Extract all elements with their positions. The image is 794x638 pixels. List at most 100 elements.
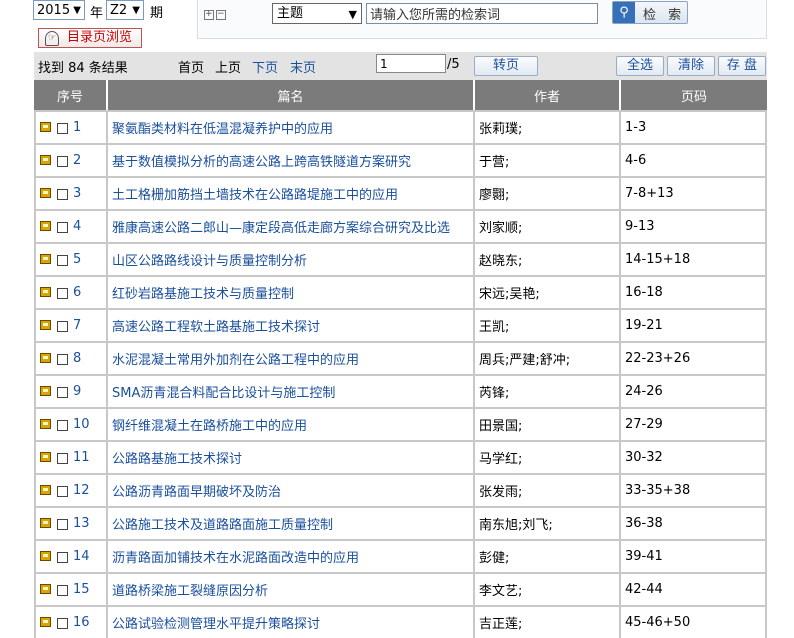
seq-cell: 12 (34, 473, 106, 506)
row-checkbox[interactable] (57, 519, 68, 530)
expand-collapse-icon[interactable]: + − (204, 8, 228, 20)
catalog-browse-button[interactable]: ☞ 目录页浏览 (38, 28, 142, 48)
row-checkbox[interactable] (57, 321, 68, 332)
results-grid: 序号 篇名 作者 页码 1 聚氨酯类材料在低温混凝养护中的应用 张莉璞; 1-3 2 基于… (34, 80, 767, 638)
document-icon[interactable] (40, 419, 51, 429)
row-checkbox[interactable] (57, 420, 68, 431)
document-icon[interactable] (40, 221, 51, 231)
article-title-link[interactable]: 公路试验检测管理水平提升策略探讨 (112, 617, 320, 632)
article-title-link[interactable]: 聚氨酯类材料在低温混凝养护中的应用 (112, 122, 333, 137)
pages-cell: 4-6 (619, 143, 767, 176)
last-page-link[interactable]: 末页 (290, 57, 316, 76)
document-icon[interactable] (40, 353, 51, 363)
save-button[interactable]: 存 盘 (718, 56, 766, 76)
row-checkbox[interactable] (57, 585, 68, 596)
row-number: 16 (73, 615, 90, 630)
pages-cell: 22-23+26 (619, 341, 767, 374)
document-icon[interactable] (40, 122, 51, 132)
article-title-link[interactable]: 雅康高速公路二郎山—康定段高低走廊方案综合研究及比选 (112, 221, 450, 236)
article-title-link[interactable]: 水泥混凝土常用外加剂在公路工程中的应用 (112, 353, 359, 368)
row-checkbox[interactable] (57, 552, 68, 563)
document-icon[interactable] (40, 320, 51, 330)
table-row: 13 公路施工技术及道路路面施工质量控制 南东旭;刘飞; 36-38 (34, 506, 767, 539)
author-cell: 廖翾; (473, 176, 619, 209)
title-cell: 公路试验检测管理水平提升策略探讨 (106, 605, 473, 638)
select-all-button[interactable]: 全选 (616, 56, 664, 76)
search-field-select[interactable]: 主题 ▼ (272, 3, 362, 24)
prev-page-link[interactable]: 上页 (215, 57, 241, 76)
title-cell: 聚氨酯类材料在低温混凝养护中的应用 (106, 110, 473, 143)
next-page-link[interactable]: 下页 (252, 57, 278, 76)
table-row: 12 公路沥青路面早期破坏及防治 张发雨; 33-35+38 (34, 473, 767, 506)
article-title-link[interactable]: 高速公路工程软土路基施工技术探讨 (112, 320, 320, 335)
row-checkbox[interactable] (57, 618, 68, 629)
document-icon[interactable] (40, 452, 51, 462)
document-icon[interactable] (40, 254, 51, 264)
article-title-link[interactable]: 沥青路面加铺技术在水泥路面改造中的应用 (112, 551, 359, 566)
article-title-link[interactable]: 红砂岩路基施工技术与质量控制 (112, 287, 294, 302)
row-checkbox[interactable] (57, 453, 68, 464)
article-title-link[interactable]: 道路桥梁施工裂缝原因分析 (112, 584, 268, 599)
seq-cell: 7 (34, 308, 106, 341)
year-value: 2015 (37, 3, 71, 18)
pages-cell: 19-21 (619, 308, 767, 341)
issue-select[interactable]: Z2 ▼ (106, 0, 144, 20)
row-checkbox[interactable] (57, 288, 68, 299)
pages-cell: 1-3 (619, 110, 767, 143)
search-input[interactable] (366, 3, 598, 24)
pages-cell: 24-26 (619, 374, 767, 407)
table-row: 7 高速公路工程软土路基施工技术探讨 王凯; 19-21 (34, 308, 767, 341)
results-table: 序号 篇名 作者 页码 1 聚氨酯类材料在低温混凝养护中的应用 张莉璞; 1-3 2 基于… (34, 80, 767, 638)
article-title-link[interactable]: 公路路基施工技术探讨 (112, 452, 242, 467)
row-checkbox[interactable] (57, 189, 68, 200)
row-number: 8 (73, 351, 82, 366)
clear-button[interactable]: 清除 (667, 56, 715, 76)
row-checkbox[interactable] (57, 486, 68, 497)
pages-cell: 45-46+50 (619, 605, 767, 638)
article-title-link[interactable]: SMA沥青混合料配合比设计与施工控制 (112, 386, 335, 401)
article-title-link[interactable]: 公路施工技术及道路路面施工质量控制 (112, 518, 333, 533)
pages-cell: 9-13 (619, 209, 767, 242)
document-icon[interactable] (40, 551, 51, 561)
author-cell: 宋远;吴艳; (473, 275, 619, 308)
row-checkbox[interactable] (57, 255, 68, 266)
row-checkbox[interactable] (57, 123, 68, 134)
search-button[interactable]: ⚲ 检 索 (612, 1, 688, 24)
document-icon[interactable] (40, 584, 51, 594)
search-button-label: 检 索 (643, 8, 686, 23)
year-select[interactable]: 2015 ▼ (33, 0, 85, 20)
author-cell: 南东旭;刘飞; (473, 506, 619, 539)
table-row: 10 钢纤维混凝土在路桥施工中的应用 田景国; 27-29 (34, 407, 767, 440)
document-icon[interactable] (40, 617, 51, 627)
row-checkbox[interactable] (57, 156, 68, 167)
seq-cell: 11 (34, 440, 106, 473)
title-cell: SMA沥青混合料配合比设计与施工控制 (106, 374, 473, 407)
article-title-link[interactable]: 钢纤维混凝土在路桥施工中的应用 (112, 419, 307, 434)
document-icon[interactable] (40, 287, 51, 297)
seq-cell: 16 (34, 605, 106, 638)
first-page-link[interactable]: 首页 (178, 57, 204, 76)
table-row: 9 SMA沥青混合料配合比设计与施工控制 芮锋; 24-26 (34, 374, 767, 407)
row-checkbox[interactable] (57, 387, 68, 398)
page-number-input[interactable] (376, 54, 446, 73)
article-title-link[interactable]: 基于数值模拟分析的高速公路上跨高铁隧道方案研究 (112, 155, 411, 170)
row-checkbox[interactable] (57, 222, 68, 233)
document-icon[interactable] (40, 485, 51, 495)
document-icon[interactable] (40, 386, 51, 396)
pages-cell: 14-15+18 (619, 242, 767, 275)
page-total: /5 (447, 57, 460, 72)
table-row: 14 沥青路面加铺技术在水泥路面改造中的应用 彭健; 39-41 (34, 539, 767, 572)
go-page-button[interactable]: 转页 (474, 56, 538, 76)
article-title-link[interactable]: 公路沥青路面早期破坏及防治 (112, 485, 281, 500)
document-icon[interactable] (40, 188, 51, 198)
article-title-link[interactable]: 山区公路路线设计与质量控制分析 (112, 254, 307, 269)
title-cell: 土工格栅加筋挡土墙技术在公路路堤施工中的应用 (106, 176, 473, 209)
row-checkbox[interactable] (57, 354, 68, 365)
document-icon[interactable] (40, 518, 51, 528)
table-row: 8 水泥混凝土常用外加剂在公路工程中的应用 周兵;严建;舒冲; 22-23+26 (34, 341, 767, 374)
pages-cell: 33-35+38 (619, 473, 767, 506)
hand-pointer-icon: ☞ (45, 31, 59, 46)
document-icon[interactable] (40, 155, 51, 165)
table-header: 序号 篇名 作者 页码 (34, 80, 767, 110)
article-title-link[interactable]: 土工格栅加筋挡土墙技术在公路路堤施工中的应用 (112, 188, 398, 203)
